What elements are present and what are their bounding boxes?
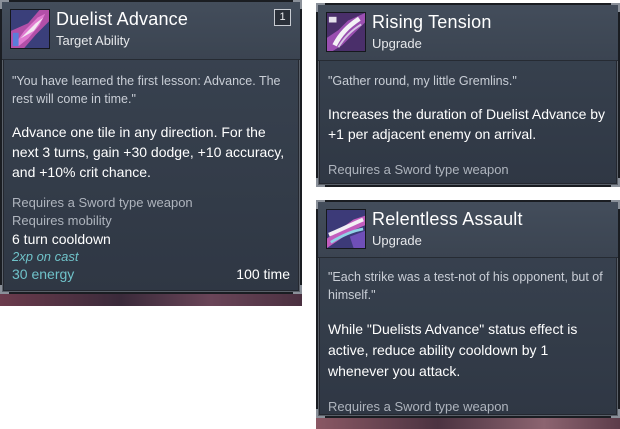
- time-cost: 100 time: [236, 266, 290, 282]
- upgrade-card-relentless-assault: Relentless Assault Upgrade "Each strike …: [316, 200, 620, 418]
- ability-description: Advance one tile in any direction. For t…: [12, 124, 285, 180]
- flavor-quote: "Gather round, my little Gremlins.": [328, 74, 517, 88]
- background-strip: [0, 294, 302, 306]
- xp-text: 2xp on cast: [12, 249, 79, 264]
- corner-ornament: [293, 285, 302, 294]
- energy-cost: 30 energy: [12, 266, 75, 282]
- cooldown-text: 6 turn cooldown: [12, 231, 111, 247]
- upgrade-description: Increases the duration of Duelist Advanc…: [328, 106, 606, 142]
- card-title: Duelist Advance: [56, 9, 189, 29]
- corner-ornament: [0, 285, 9, 294]
- card-header: Duelist Advance Target Ability 1: [2, 2, 300, 60]
- hotkey-badge: 1: [274, 9, 291, 26]
- card-header: Relentless Assault Upgrade: [318, 202, 618, 258]
- card-type: Upgrade: [372, 36, 422, 51]
- upgrade-description: While "Duelists Advance" status effect i…: [328, 321, 578, 379]
- requirement-text: Requires mobility: [12, 213, 112, 228]
- rising-tension-icon: [326, 12, 366, 52]
- duelist-advance-icon: [10, 9, 50, 49]
- requirement-text: Requires a Sword type weapon: [12, 195, 193, 210]
- requirement-text: Requires a Sword type weapon: [328, 162, 509, 177]
- corner-ornament: [611, 409, 620, 418]
- flavor-quote: "Each strike was a test-not of his oppon…: [328, 270, 603, 302]
- card-title: Relentless Assault: [372, 209, 523, 229]
- flavor-quote: "You have learned the first lesson: Adva…: [12, 74, 281, 106]
- card-header: Rising Tension Upgrade: [318, 5, 618, 61]
- background-strip: [316, 418, 620, 429]
- card-type: Target Ability: [56, 33, 130, 48]
- card-title: Rising Tension: [372, 12, 492, 32]
- corner-ornament: [316, 409, 325, 418]
- upgrade-card-rising-tension: Rising Tension Upgrade "Gather round, my…: [316, 3, 620, 187]
- ability-card-duelist-advance: Duelist Advance Target Ability 1 "You ha…: [0, 0, 302, 294]
- requirement-text: Requires a Sword type weapon: [328, 399, 509, 414]
- corner-ornament: [316, 178, 325, 187]
- relentless-assault-icon: [326, 209, 366, 249]
- corner-ornament: [611, 178, 620, 187]
- card-type: Upgrade: [372, 233, 422, 248]
